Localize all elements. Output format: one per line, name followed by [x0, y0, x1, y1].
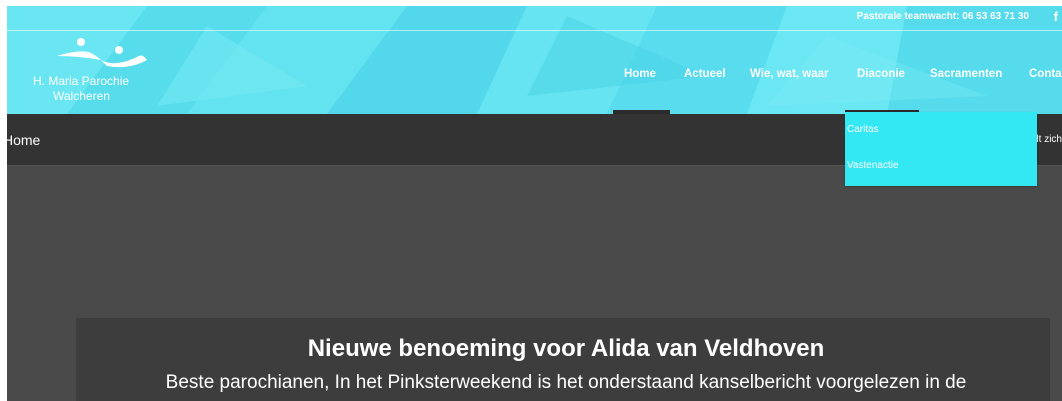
- dropdown-item-caritas[interactable]: Caritas: [847, 124, 879, 135]
- logo-mark-icon: [57, 38, 147, 68]
- top-bar-divider: [7, 30, 1062, 31]
- dropdown-item-vastenactie[interactable]: Vastenactie: [847, 160, 899, 171]
- top-bar: Pastorale teamwacht: 06 53 63 71 30 f: [7, 6, 1062, 30]
- nav-diaconie[interactable]: Diaconie: [857, 68, 905, 80]
- page-title: Home: [3, 132, 41, 148]
- nav-actueel[interactable]: Actueel: [684, 68, 726, 80]
- nav-home[interactable]: Home: [624, 68, 656, 80]
- nav-contact[interactable]: Conta: [1029, 68, 1062, 80]
- site-header: Pastorale teamwacht: 06 53 63 71 30 f H.…: [7, 6, 1062, 114]
- facebook-icon[interactable]: f: [1054, 9, 1058, 24]
- nav-wie-wat-waar[interactable]: Wie, wat, waar: [750, 68, 829, 80]
- phone-contact: Pastorale teamwacht: 06 53 63 71 30: [856, 11, 1029, 22]
- hero-excerpt: Beste parochianen, In het Pinksterweeken…: [165, 372, 967, 393]
- page: Pastorale teamwacht: 06 53 63 71 30 f H.…: [0, 0, 1062, 401]
- main-navigation: Home Actueel Wie, wat, waar Diaconie Sac…: [7, 68, 1062, 88]
- hero-title[interactable]: Nieuwe benoeming voor Alida van Veldhove…: [0, 335, 1062, 363]
- nav-sacramenten[interactable]: Sacramenten: [930, 68, 1002, 80]
- title-bar-right-text: dt zich: [1033, 134, 1062, 145]
- logo-text-line2: Walcheren: [53, 89, 110, 103]
- diaconie-dropdown-menu: Caritas Vastenactie: [845, 112, 1037, 186]
